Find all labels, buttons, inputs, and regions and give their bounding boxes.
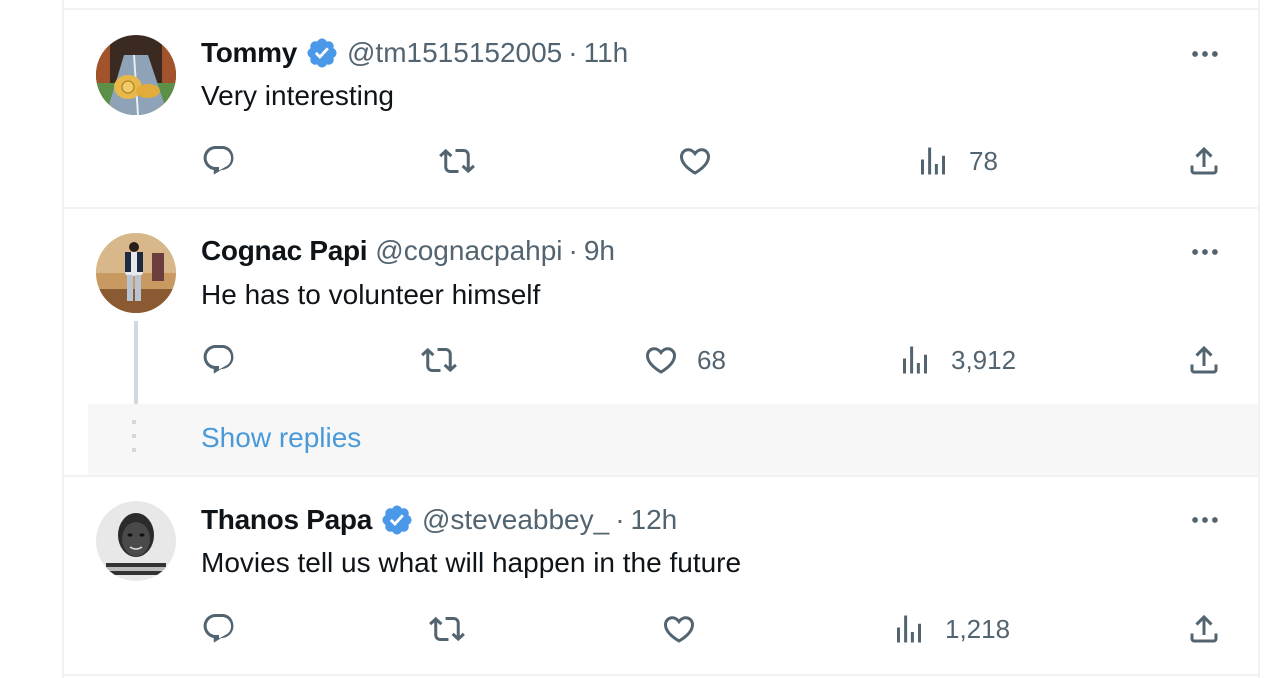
tweet-header: Thanos Papa @steveabbey_ · 12h bbox=[201, 503, 677, 537]
user-handle[interactable]: @tm1515152005 bbox=[347, 37, 562, 69]
avatar-cartoon-cat-icon bbox=[96, 35, 176, 115]
tweet-actions: 68 3,912 bbox=[201, 342, 1222, 382]
timestamp[interactable]: 11h bbox=[584, 37, 629, 69]
share-button[interactable] bbox=[1186, 143, 1222, 179]
share-button[interactable] bbox=[1186, 342, 1222, 378]
display-name[interactable]: Thanos Papa bbox=[201, 504, 372, 536]
retweet-icon bbox=[421, 342, 457, 378]
separator: · bbox=[615, 504, 625, 535]
timestamp[interactable]: 9h bbox=[584, 235, 615, 267]
share-button[interactable] bbox=[1186, 611, 1222, 647]
retweet-icon bbox=[439, 143, 475, 179]
thread-line bbox=[134, 321, 138, 404]
avatar[interactable] bbox=[96, 501, 176, 581]
share-icon bbox=[1186, 611, 1222, 647]
more-icon bbox=[1188, 37, 1222, 71]
views-count: 78 bbox=[969, 145, 998, 176]
user-handle[interactable]: @steveabbey_ bbox=[422, 504, 609, 536]
tweet-header: Cognac Papi @cognacpahpi · 9h bbox=[201, 235, 615, 267]
thread-dots bbox=[132, 420, 136, 462]
views-icon bbox=[891, 611, 927, 647]
more-icon bbox=[1188, 235, 1222, 269]
show-replies-link[interactable]: Show replies bbox=[201, 422, 361, 454]
display-name[interactable]: Tommy bbox=[201, 37, 297, 69]
heart-icon bbox=[677, 143, 713, 179]
views-icon bbox=[915, 143, 951, 179]
avatar[interactable] bbox=[96, 35, 176, 115]
tweet-header: Tommy @tm1515152005 · 11h bbox=[201, 36, 628, 70]
tweet-text: He has to volunteer himself bbox=[201, 279, 541, 310]
tweet[interactable]: Tommy @tm1515152005 · 11h Very interesti… bbox=[64, 10, 1258, 207]
separator: · bbox=[568, 37, 578, 68]
heart-icon bbox=[661, 611, 697, 647]
views-count: 3,912 bbox=[951, 344, 1017, 375]
views-button[interactable]: 3,912 bbox=[897, 342, 1016, 378]
views-icon bbox=[897, 342, 933, 378]
avatar-child-portrait-icon bbox=[96, 501, 176, 581]
reply-icon bbox=[201, 611, 237, 647]
retweet-button[interactable] bbox=[439, 143, 493, 179]
reply-button[interactable] bbox=[201, 143, 255, 179]
tweet-text: Very interesting bbox=[201, 80, 394, 111]
reply-button[interactable] bbox=[201, 611, 255, 647]
like-button[interactable] bbox=[677, 143, 731, 179]
tweet-actions: 78 bbox=[201, 143, 1222, 183]
like-button[interactable]: 68 bbox=[643, 342, 726, 378]
retweet-button[interactable] bbox=[421, 342, 475, 378]
like-count: 68 bbox=[697, 344, 726, 375]
more-icon bbox=[1188, 503, 1222, 537]
avatar-person-standing-icon bbox=[96, 233, 176, 313]
share-icon bbox=[1186, 342, 1222, 378]
heart-icon bbox=[643, 342, 679, 378]
avatar[interactable] bbox=[96, 233, 176, 313]
views-count: 1,218 bbox=[945, 613, 1011, 644]
retweet-icon bbox=[429, 611, 465, 647]
reply-icon bbox=[201, 342, 237, 378]
more-button[interactable] bbox=[1188, 37, 1222, 71]
divider bbox=[64, 674, 1258, 676]
timeline-column: Tommy @tm1515152005 · 11h Very interesti… bbox=[62, 0, 1260, 678]
more-button[interactable] bbox=[1188, 503, 1222, 537]
reply-button[interactable] bbox=[201, 342, 255, 378]
timestamp[interactable]: 12h bbox=[631, 504, 678, 536]
more-button[interactable] bbox=[1188, 235, 1222, 269]
views-button[interactable]: 1,218 bbox=[891, 611, 1010, 647]
separator: · bbox=[568, 235, 578, 266]
user-handle[interactable]: @cognacpahpi bbox=[375, 235, 562, 267]
show-replies-row[interactable]: Show replies bbox=[88, 404, 1258, 475]
tweet[interactable]: Thanos Papa @steveabbey_ · 12h Movies te… bbox=[64, 477, 1258, 676]
verified-badge-icon bbox=[305, 36, 339, 70]
tweet[interactable]: Cognac Papi @cognacpahpi · 9h He has to … bbox=[64, 209, 1258, 404]
tweet-actions: 1,218 bbox=[201, 611, 1222, 651]
share-icon bbox=[1186, 143, 1222, 179]
verified-badge-icon bbox=[380, 503, 414, 537]
views-button[interactable]: 78 bbox=[915, 143, 998, 179]
tweet-text: Movies tell us what will happen in the f… bbox=[201, 547, 742, 578]
like-button[interactable] bbox=[661, 611, 715, 647]
display-name[interactable]: Cognac Papi bbox=[201, 235, 368, 267]
reply-icon bbox=[201, 143, 237, 179]
retweet-button[interactable] bbox=[429, 611, 483, 647]
